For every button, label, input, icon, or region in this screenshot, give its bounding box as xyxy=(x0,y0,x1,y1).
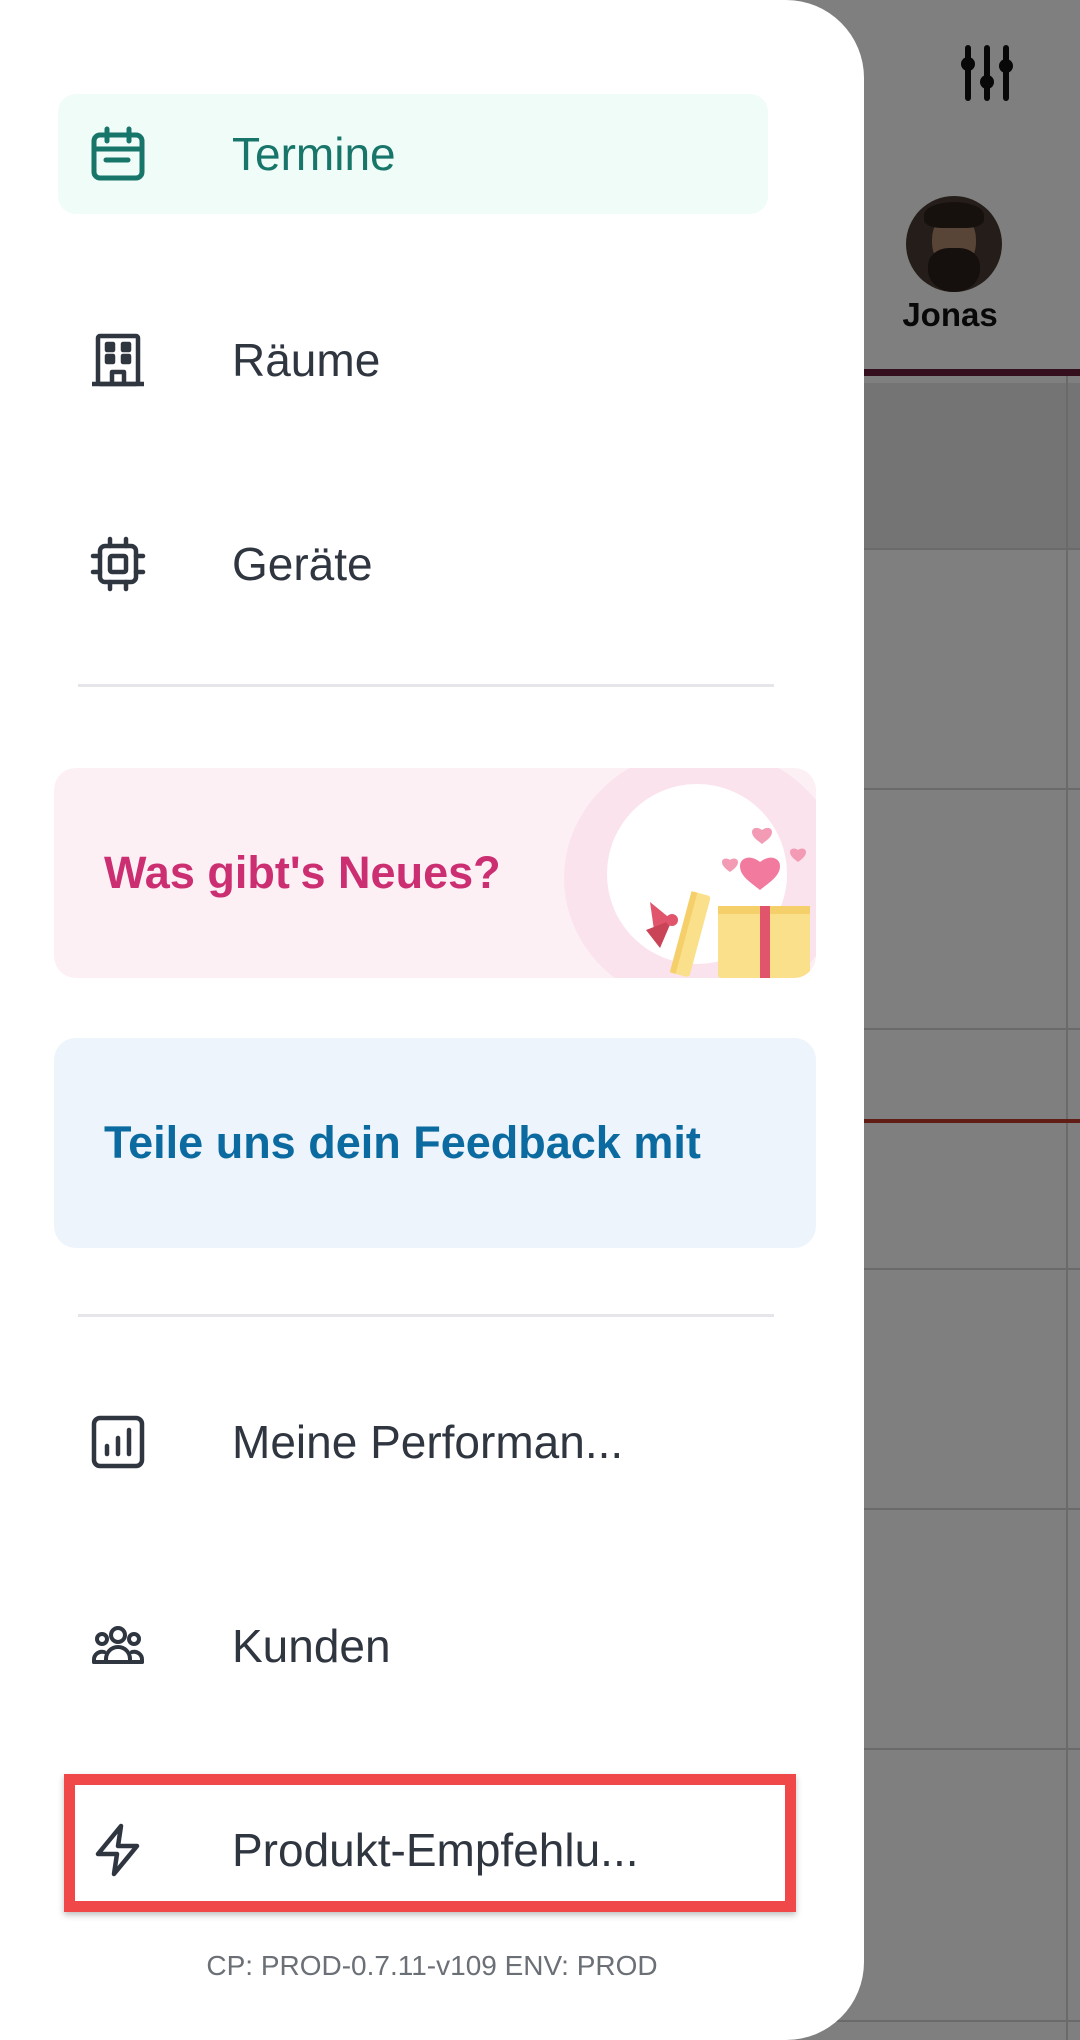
nav-item-label: Räume xyxy=(232,334,381,386)
gift-icon xyxy=(646,827,810,978)
building-icon xyxy=(90,332,146,388)
chip-icon xyxy=(90,536,146,592)
version-label: CP: PROD-0.7.11-v109 ENV: PROD xyxy=(206,1950,658,1981)
nav-item-label: Geräte xyxy=(232,538,373,590)
nav-item-performance[interactable]: Meine Performan... xyxy=(58,1382,768,1502)
feedback-label: Teile uns dein Feedback mit xyxy=(104,1117,701,1168)
navigation-drawer: Termine Räume Geräte Was gibt's Neues? T… xyxy=(0,0,864,2040)
nav-item-kunden[interactable]: Kunden xyxy=(58,1586,768,1706)
nav-item-label: Meine Performan... xyxy=(232,1416,624,1468)
nav-item-raeume[interactable]: Räume xyxy=(58,300,768,420)
nav-item-label: Termine xyxy=(232,128,396,180)
nav-item-geraete[interactable]: Geräte xyxy=(58,504,768,624)
divider xyxy=(78,684,774,687)
users-icon xyxy=(90,1618,146,1674)
feedback-card[interactable]: Teile uns dein Feedback mit xyxy=(54,1038,816,1248)
whats-new-card[interactable]: Was gibt's Neues? xyxy=(54,768,816,978)
nav-item-termine[interactable]: Termine xyxy=(58,94,768,214)
chart-icon xyxy=(90,1414,146,1470)
nav-item-label: Kunden xyxy=(232,1620,391,1672)
calendar-icon xyxy=(90,126,146,182)
divider xyxy=(78,1314,774,1317)
whats-new-label: Was gibt's Neues? xyxy=(104,847,501,898)
highlight-box xyxy=(64,1774,796,1912)
